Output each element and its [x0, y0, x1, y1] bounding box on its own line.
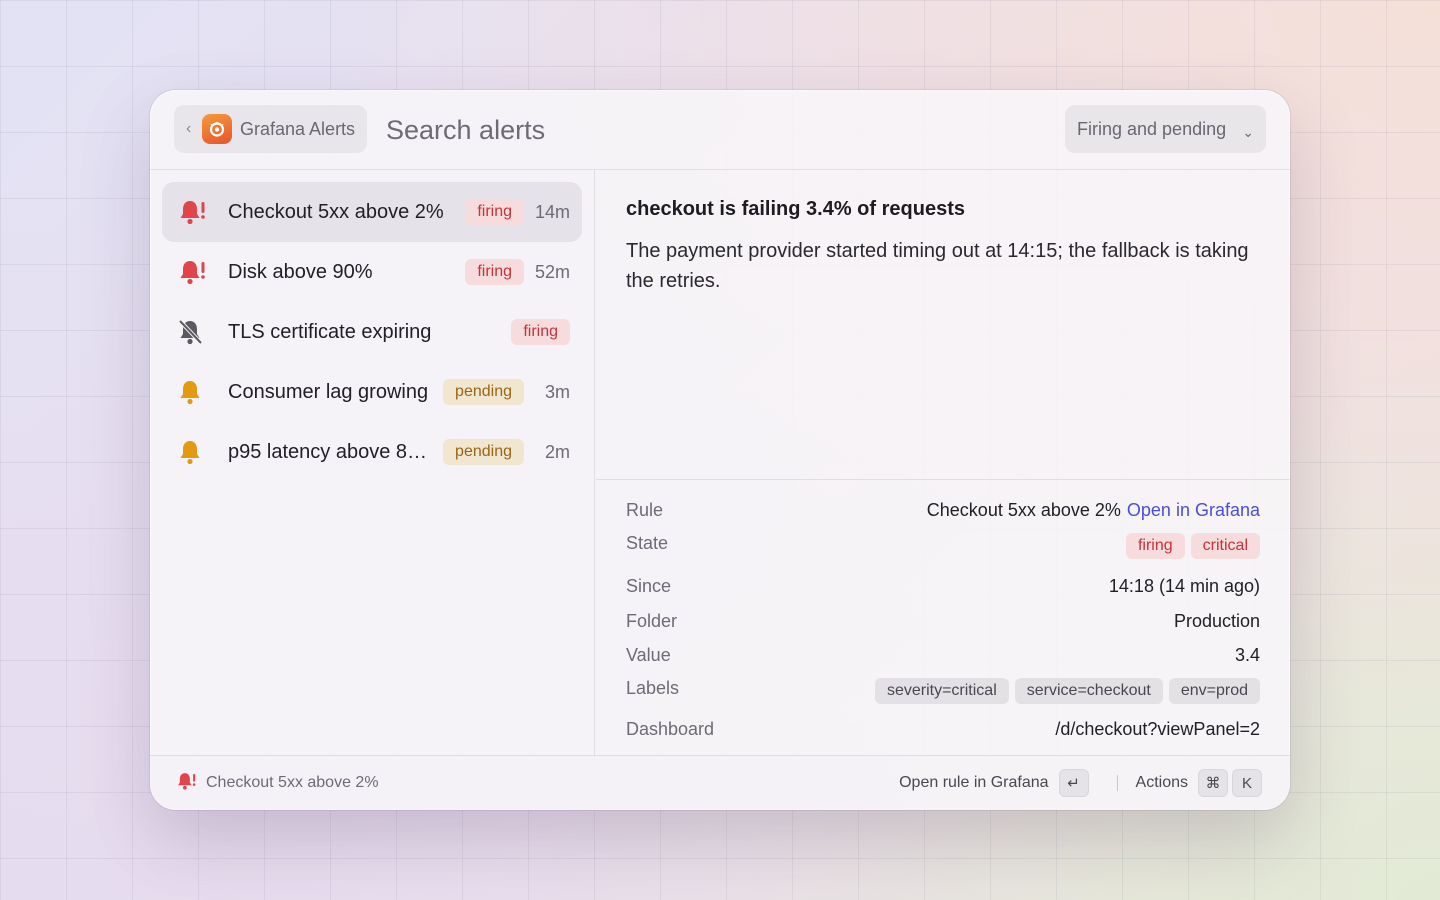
chevron-down-icon: ⌄ [1242, 123, 1254, 140]
k-key: K [1232, 769, 1262, 797]
metadata-label: Rule [626, 499, 664, 520]
bell-alert-icon [178, 258, 212, 286]
alert-detail: checkout is failing 3.4% of requests The… [596, 170, 1290, 480]
alert-state-badge: pending [443, 379, 524, 405]
extension-name: Grafana Alerts [240, 118, 356, 139]
metadata-row-since: Since 14:18 (14 min ago) [626, 568, 1260, 604]
rule-name: Checkout 5xx above 2% [926, 499, 1121, 520]
metadata-label: Labels [626, 677, 680, 698]
alert-age: 14m [534, 201, 570, 222]
footer-divider [1116, 775, 1118, 791]
alert-state-badge: pending [443, 439, 524, 465]
alert-list: Checkout 5xx above 2% firing 14m Disk ab… [150, 170, 595, 755]
alert-state-badge: firing [465, 199, 524, 225]
grafana-logo-icon [202, 114, 232, 144]
folder-value: Production [1173, 610, 1260, 631]
command-key-icon: ⌘ [1198, 769, 1228, 797]
open-in-grafana-link[interactable]: Open in Grafana [1127, 500, 1260, 521]
label-tag: service=checkout [1014, 678, 1163, 704]
extension-back-button[interactable]: ‹ Grafana Alerts [174, 105, 368, 153]
detail-description: The payment provider started timing out … [626, 240, 1249, 292]
search-bar: ‹ Grafana Alerts Firing and pending ⌄ [150, 90, 1290, 170]
actions-button[interactable]: Actions [1136, 774, 1188, 792]
state-filter-dropdown[interactable]: Firing and pending ⌄ [1065, 105, 1266, 153]
metadata-row-state: State firing critical [626, 526, 1260, 566]
alert-age: 52m [534, 261, 570, 282]
severity-tag: critical [1190, 533, 1260, 559]
alert-state-badge: firing [465, 259, 524, 285]
alert-title: TLS certificate expiring [228, 320, 432, 343]
alert-title: p95 latency above 800ms [228, 440, 433, 463]
alert-list-item[interactable]: TLS certificate expiring firing [162, 302, 582, 362]
return-key-icon: ↵ [1058, 769, 1089, 797]
filter-dropdown-label: Firing and pending [1077, 118, 1227, 139]
bell-pending-icon [178, 438, 212, 466]
label-tag: env=prod [1168, 678, 1260, 704]
alert-list-item[interactable]: p95 latency above 800ms pending 2m [162, 422, 582, 482]
state-tag: firing [1125, 533, 1185, 559]
alert-title: Disk above 90% [228, 260, 373, 283]
bell-alert-icon [178, 198, 212, 226]
metadata-row-dashboard: Dashboard /d/checkout?viewPanel=2 [626, 709, 1260, 749]
metadata-row-labels: Labels severity=critical service=checkou… [626, 673, 1260, 709]
command-window: ‹ Grafana Alerts Firing and pending ⌄ Ch… [150, 90, 1290, 810]
alert-metadata: Rule Checkout 5xx above 2% Open in Grafa… [596, 479, 1290, 755]
alert-list-item[interactable]: Consumer lag growing pending 3m [162, 362, 582, 422]
metadata-label: Dashboard [626, 718, 715, 739]
action-bar: Checkout 5xx above 2% Open rule in Grafa… [150, 755, 1290, 810]
alert-list-item[interactable]: Disk above 90% firing 52m [162, 242, 582, 302]
detail-heading: checkout is failing 3.4% of requests [626, 198, 965, 220]
alert-title: Consumer lag growing [228, 380, 429, 403]
alert-age: 2m [544, 441, 570, 462]
search-input[interactable] [386, 110, 986, 150]
dashboard-link[interactable]: /d/checkout?viewPanel=2 [1055, 719, 1260, 740]
metadata-row-value: Value 3.4 [626, 638, 1260, 673]
value-value: 3.4 [1234, 645, 1260, 665]
footer-selected-title: Checkout 5xx above 2% [206, 774, 379, 791]
chevron-left-icon: ‹ [186, 120, 192, 137]
bell-alert-icon [176, 771, 198, 796]
metadata-row-rule: Rule Checkout 5xx above 2% Open in Grafa… [626, 494, 1260, 526]
open-rule-button[interactable]: Open rule in Grafana [899, 774, 1048, 792]
metadata-label: Value [626, 645, 671, 665]
alert-title: Checkout 5xx above 2% [228, 200, 444, 223]
metadata-label: Folder [626, 610, 678, 631]
since-value: 14:18 (14 min ago) [1108, 575, 1260, 596]
bell-muted-icon [178, 318, 212, 346]
alert-list-item[interactable]: Checkout 5xx above 2% firing 14m [162, 182, 582, 242]
alert-state-badge: firing [511, 319, 570, 345]
bell-pending-icon [178, 378, 212, 406]
label-tag: severity=critical [874, 678, 1009, 704]
metadata-row-folder: Folder Production [626, 604, 1260, 638]
metadata-label: Since [626, 575, 672, 596]
alert-age: 3m [544, 381, 570, 402]
metadata-label: State [626, 532, 669, 553]
